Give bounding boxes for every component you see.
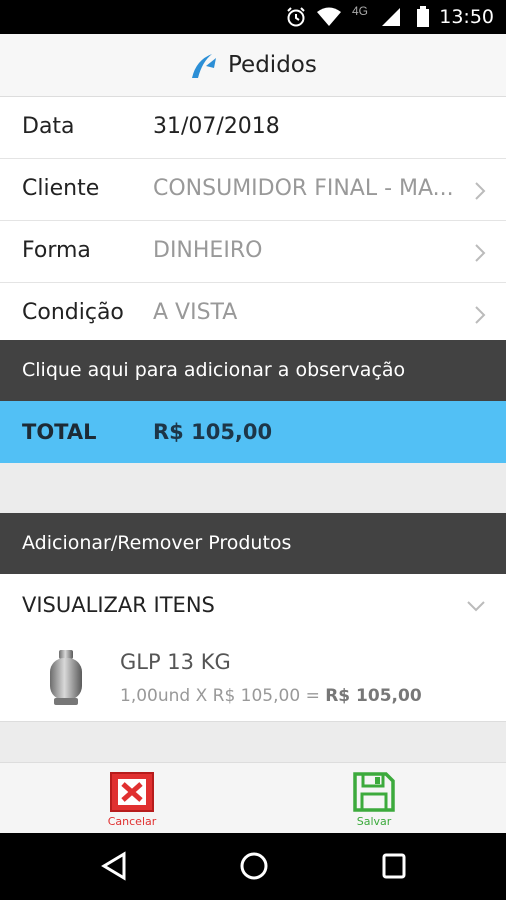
client-row[interactable]: Cliente CONSUMIDOR FINAL - MA...	[0, 159, 506, 221]
chevron-right-icon	[475, 306, 486, 324]
date-label: Data	[22, 114, 75, 139]
status-bar: 4G 13:50	[0, 0, 506, 34]
cancel-button[interactable]: Cancelar	[72, 771, 192, 831]
product-subtotal: R$ 105,00	[325, 686, 422, 706]
total-bar: TOTAL R$ 105,00	[0, 401, 506, 463]
alarm-icon	[287, 7, 305, 27]
back-icon[interactable]	[100, 851, 128, 881]
save-icon	[353, 772, 395, 812]
chevron-down-icon[interactable]	[466, 600, 486, 612]
condition-row[interactable]: Condição A VISTA	[0, 283, 506, 345]
client-value: CONSUMIDOR FINAL - MA...	[153, 176, 454, 201]
observation-label: Clique aqui para adicionar a observação	[22, 359, 406, 381]
page-title: Pedidos	[228, 52, 317, 78]
wifi-icon	[317, 7, 341, 26]
view-items-toggle[interactable]: VISUALIZAR ITENS	[22, 593, 215, 617]
cancel-icon	[110, 772, 154, 812]
add-remove-products-button[interactable]: Adicionar/Remover Produtos	[0, 513, 506, 574]
recent-apps-icon[interactable]	[381, 851, 407, 881]
save-label: Salvar	[356, 815, 392, 828]
product-price-line: 1,00und X R$ 105,00 = R$ 105,00	[120, 686, 422, 706]
add-observation-button[interactable]: Clique aqui para adicionar a observação	[0, 340, 506, 401]
payment-form-value: DINHEIRO	[153, 238, 263, 263]
signal-icon	[382, 8, 400, 26]
app-header: Pedidos	[0, 34, 506, 97]
chevron-right-icon	[475, 182, 486, 200]
home-icon[interactable]	[239, 851, 269, 881]
date-value: 31/07/2018	[153, 114, 280, 139]
items-section: VISUALIZAR ITENS GLP 13 KG 1,00und X R$ …	[0, 574, 506, 722]
payment-form-label: Forma	[22, 238, 91, 263]
system-nav-bar	[0, 833, 506, 900]
save-button[interactable]: Salvar	[314, 771, 434, 831]
condition-label: Condição	[22, 300, 124, 325]
add-remove-products-label: Adicionar/Remover Produtos	[22, 532, 292, 554]
product-qty-price: 1,00und X R$ 105,00 =	[120, 686, 326, 706]
app-logo-icon	[192, 54, 216, 78]
total-value: R$ 105,00	[153, 420, 273, 444]
date-row[interactable]: Data 31/07/2018	[0, 97, 506, 159]
network-label: 4G	[352, 4, 369, 18]
battery-icon	[417, 6, 429, 27]
payment-form-row[interactable]: Forma DINHEIRO	[0, 221, 506, 283]
list-item[interactable]: GLP 13 KG 1,00und X R$ 105,00 = R$ 105,0…	[0, 636, 506, 722]
condition-value: A VISTA	[153, 300, 238, 325]
client-label: Cliente	[22, 176, 100, 201]
gas-cylinder-icon	[50, 650, 82, 705]
order-form: Data 31/07/2018 Cliente CONSUMIDOR FINAL…	[0, 97, 506, 345]
product-name: GLP 13 KG	[120, 650, 231, 674]
clock: 13:50	[439, 6, 494, 28]
total-label: TOTAL	[22, 420, 97, 444]
action-bar: Cancelar Salvar	[0, 762, 506, 833]
chevron-right-icon	[475, 244, 486, 262]
cancel-label: Cancelar	[107, 815, 157, 828]
